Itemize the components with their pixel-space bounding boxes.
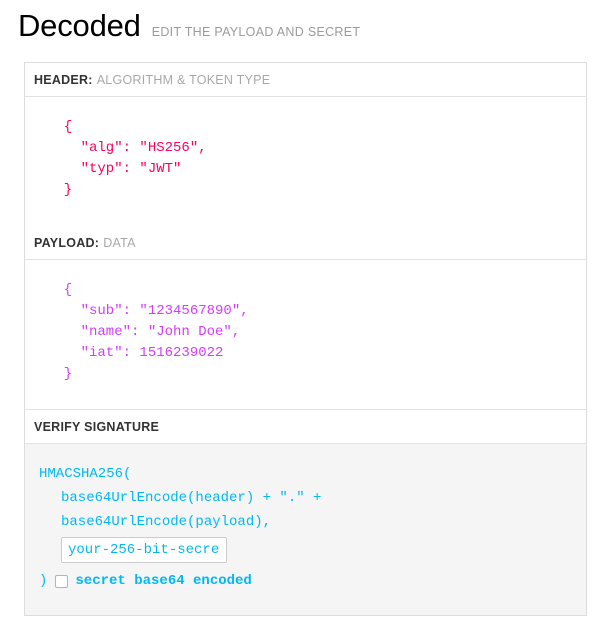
signature-closing-row: ) secret base64 encoded — [39, 569, 586, 593]
secret-base64-checkbox[interactable] — [55, 574, 69, 588]
payload-label-strong: PAYLOAD: — [34, 236, 100, 250]
page-title-row: Decoded EDIT THE PAYLOAD AND SECRET — [0, 0, 611, 48]
signature-line-payload-encode: base64UrlEncode(payload), — [61, 514, 272, 530]
page-title: Decoded — [18, 8, 141, 43]
secret-input[interactable] — [61, 537, 227, 563]
closing-paren: ) — [39, 573, 48, 589]
secret-input-row — [39, 537, 586, 563]
signature-line-header-encode: base64UrlEncode(header) + "." + — [61, 490, 322, 506]
signature-verification-area: HMACSHA256( base64UrlEncode(header) + ".… — [25, 444, 586, 615]
header-label-detail: ALGORITHM & TOKEN TYPE — [96, 73, 271, 87]
signature-label-strong: VERIFY SIGNATURE — [34, 420, 160, 434]
payload-label-detail: DATA — [103, 236, 136, 250]
header-label-strong: HEADER: — [34, 73, 93, 87]
page-subtitle: EDIT THE PAYLOAD AND SECRET — [151, 25, 361, 39]
signature-section-label: VERIFY SIGNATURE — [25, 410, 586, 444]
header-code-editor[interactable]: { "alg": "HS256", "typ": "JWT" } — [25, 97, 586, 226]
payload-code-editor[interactable]: { "sub": "1234567890", "name": "John Doe… — [25, 260, 586, 410]
header-section-label: HEADER: ALGORITHM & TOKEN TYPE — [25, 63, 586, 97]
signature-line-hmac: HMACSHA256( — [39, 466, 132, 482]
secret-base64-label[interactable]: secret base64 encoded — [75, 569, 251, 593]
jwt-decoded-panel: HEADER: ALGORITHM & TOKEN TYPE { "alg": "… — [24, 62, 587, 616]
payload-section-label: PAYLOAD: DATA — [25, 226, 586, 260]
